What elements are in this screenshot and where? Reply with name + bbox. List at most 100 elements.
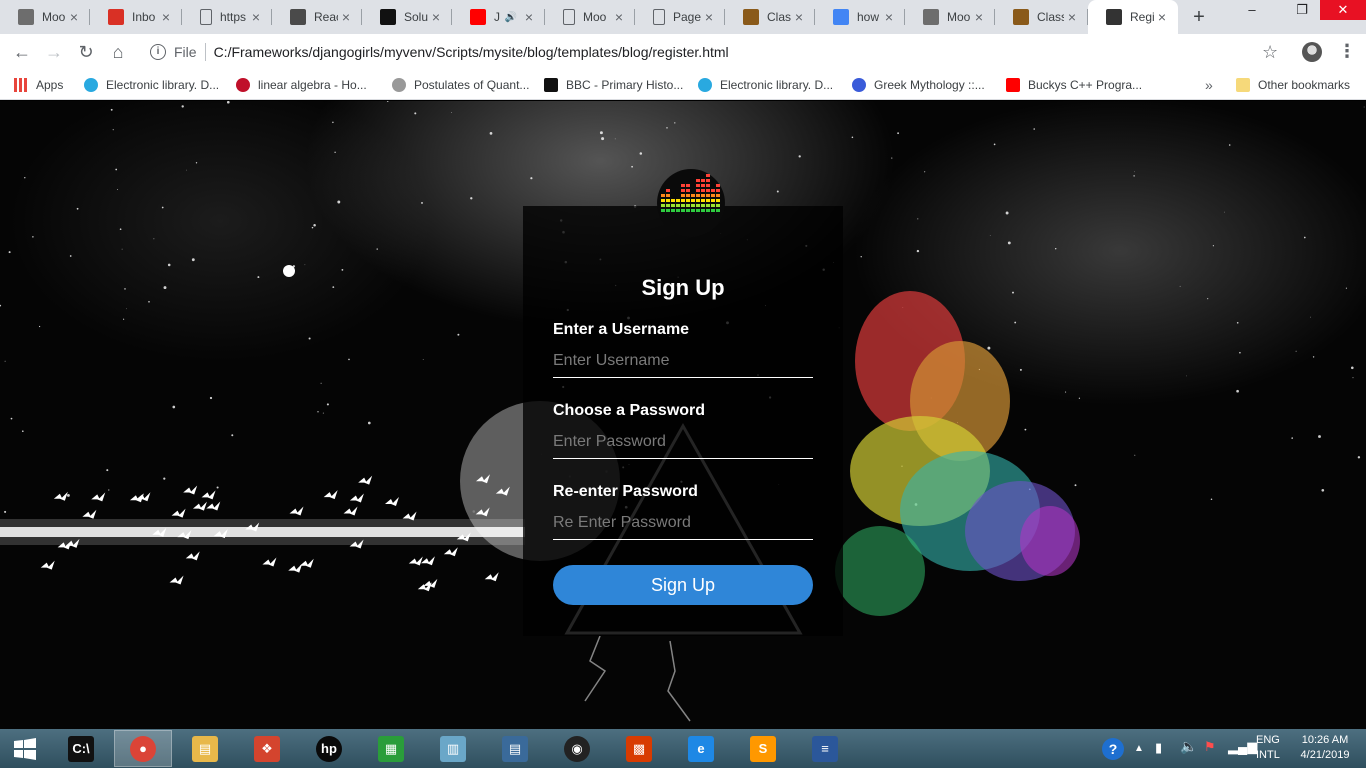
tab-6[interactable]: Moo ×	[545, 0, 635, 34]
address-bar[interactable]: i File C:/Frameworks/djangogirls/myvenv/…	[140, 38, 1290, 66]
show-hidden-icons-icon[interactable]: ▲	[1134, 741, 1144, 756]
volume-icon[interactable]: 🔈	[1180, 739, 1197, 754]
bookmark-label: Apps	[36, 78, 64, 92]
tab-5[interactable]: J 🔊 ×	[452, 0, 545, 34]
other-bookmarks[interactable]: Other bookmarks	[1236, 76, 1350, 94]
taskbar-store[interactable]: ▦	[362, 730, 420, 767]
taskbar-puzzle[interactable]: ❖	[238, 730, 296, 767]
close-tab-icon[interactable]: ×	[1154, 9, 1170, 25]
help-icon[interactable]: ?	[1102, 738, 1124, 760]
close-tab-icon[interactable]: ×	[791, 9, 807, 25]
close-tab-icon[interactable]: ×	[428, 9, 444, 25]
taskbar-chrome[interactable]: ●	[114, 730, 172, 767]
info-icon[interactable]: i	[150, 44, 166, 60]
tab-8[interactable]: Class×	[725, 0, 815, 34]
bookmark-5[interactable]: Electronic library. D...	[698, 76, 833, 94]
close-tab-icon[interactable]: ×	[971, 9, 987, 25]
tab-9[interactable]: how ×	[815, 0, 905, 34]
bookmark-label: linear algebra - Ho...	[258, 78, 367, 92]
taskbar-cmd[interactable]: C:\	[52, 730, 110, 767]
gmail-icon	[108, 9, 124, 25]
device-icon[interactable]: ▮	[1155, 740, 1162, 755]
taskbar-ie[interactable]: e	[672, 730, 730, 767]
bookmark-star-icon[interactable]: ☆	[1262, 42, 1278, 63]
class-icon	[1013, 9, 1029, 25]
youtube-icon	[1006, 78, 1020, 92]
bbc-icon	[544, 78, 558, 92]
restore-button[interactable]: ❐	[1280, 0, 1324, 20]
tab-2[interactable]: https ×	[182, 0, 272, 34]
minimize-button[interactable]: –	[1230, 0, 1274, 20]
tab-3[interactable]: Reac×	[272, 0, 362, 34]
ie-icon: e	[688, 735, 714, 762]
username-input[interactable]	[553, 344, 813, 378]
forward-icon[interactable]: →	[42, 40, 66, 64]
cmd-icon: C:\	[68, 735, 94, 762]
tab-title: Inbo	[132, 10, 156, 24]
close-tab-icon[interactable]: ×	[701, 9, 717, 25]
tab-11[interactable]: Class×	[995, 0, 1088, 34]
close-tab-icon[interactable]: ×	[1064, 9, 1080, 25]
bookmark-7[interactable]: Buckys C++ Progra...	[1006, 76, 1142, 94]
taskbar-notepad[interactable]: ▥	[424, 730, 482, 767]
signup-button[interactable]: Sign Up	[553, 565, 813, 605]
other-bookmarks-label: Other bookmarks	[1258, 78, 1351, 92]
start-button[interactable]	[0, 730, 50, 767]
profile-avatar[interactable]	[1302, 42, 1322, 62]
tab-title: J	[494, 10, 500, 24]
office-icon: ▩	[626, 735, 652, 762]
sublime-icon: S	[750, 735, 776, 762]
tab-1[interactable]: Inbo ×	[90, 0, 182, 34]
clock-date: 4/21/2019	[1300, 749, 1350, 761]
taskbar-reader[interactable]: ▤	[486, 730, 544, 767]
bookmark-3[interactable]: Postulates of Quant...	[392, 76, 529, 94]
folder-icon	[1236, 78, 1250, 92]
reader-icon: ▤	[502, 735, 528, 762]
more-bookmarks-icon[interactable]: »	[1205, 76, 1213, 94]
bookmark-4[interactable]: BBC - Primary Histo...	[544, 76, 683, 94]
new-tab-button[interactable]: +	[1188, 6, 1210, 28]
back-icon[interactable]: ←	[10, 40, 34, 64]
form-title: Sign Up	[641, 275, 725, 300]
globe-icon	[698, 78, 712, 92]
close-tab-icon[interactable]: ×	[158, 9, 174, 25]
home-icon[interactable]: ⌂	[106, 40, 130, 64]
menu-icon[interactable]: ⋮	[1338, 41, 1356, 62]
taskbar-hp[interactable]: hp	[300, 730, 358, 767]
taskbar-explorer[interactable]: ▤	[176, 730, 234, 767]
tab-title: how	[857, 10, 880, 24]
moodle-icon	[923, 9, 939, 25]
close-tab-icon[interactable]: ×	[248, 9, 264, 25]
close-tab-icon[interactable]: ×	[881, 9, 897, 25]
close-tab-icon[interactable]: ×	[611, 9, 627, 25]
network-error-icon[interactable]: ⚑	[1204, 739, 1216, 754]
tab-7[interactable]: Page ×	[635, 0, 725, 34]
taskbar-sublime[interactable]: S	[734, 730, 792, 767]
close-tab-icon[interactable]: ×	[521, 9, 537, 25]
tab-4[interactable]: Solu ×	[362, 0, 452, 34]
tab-title: Regi	[1130, 10, 1154, 24]
tab-10[interactable]: Moo ×	[905, 0, 995, 34]
repassword-input[interactable]	[553, 506, 813, 540]
tab-12[interactable]: Regi ×	[1088, 0, 1178, 34]
close-tab-icon[interactable]: ×	[66, 9, 82, 25]
bookmark-0[interactable]: Apps	[14, 76, 63, 94]
taskbar-office[interactable]: ▩	[610, 730, 668, 767]
signal-icon[interactable]: ▂▄▆	[1228, 739, 1257, 754]
password-input[interactable]	[553, 425, 813, 459]
close-window-button[interactable]: ✕	[1320, 0, 1366, 20]
audio-playing-icon[interactable]: 🔊	[505, 12, 517, 23]
bookmark-2[interactable]: linear algebra - Ho...	[236, 76, 367, 94]
close-tab-icon[interactable]: ×	[338, 9, 354, 25]
bookmark-6[interactable]: Greek Mythology ::...	[852, 76, 985, 94]
language-indicator[interactable]: ENG INTL	[1256, 733, 1280, 763]
reload-icon[interactable]: ↻	[74, 40, 98, 64]
url-text[interactable]: C:/Frameworks/djangogirls/myvenv/Scripts…	[214, 44, 729, 60]
taskbar-camera[interactable]: ◉	[548, 730, 606, 767]
clock[interactable]: 10:26 AM 4/21/2019	[1294, 733, 1356, 763]
puzzle-icon: ❖	[254, 735, 280, 762]
tab-0[interactable]: Moo ×	[0, 0, 90, 34]
bookmark-1[interactable]: Electronic library. D...	[84, 76, 219, 94]
taskbar-word[interactable]: ≡	[796, 730, 854, 767]
tab-title: https	[220, 10, 247, 24]
